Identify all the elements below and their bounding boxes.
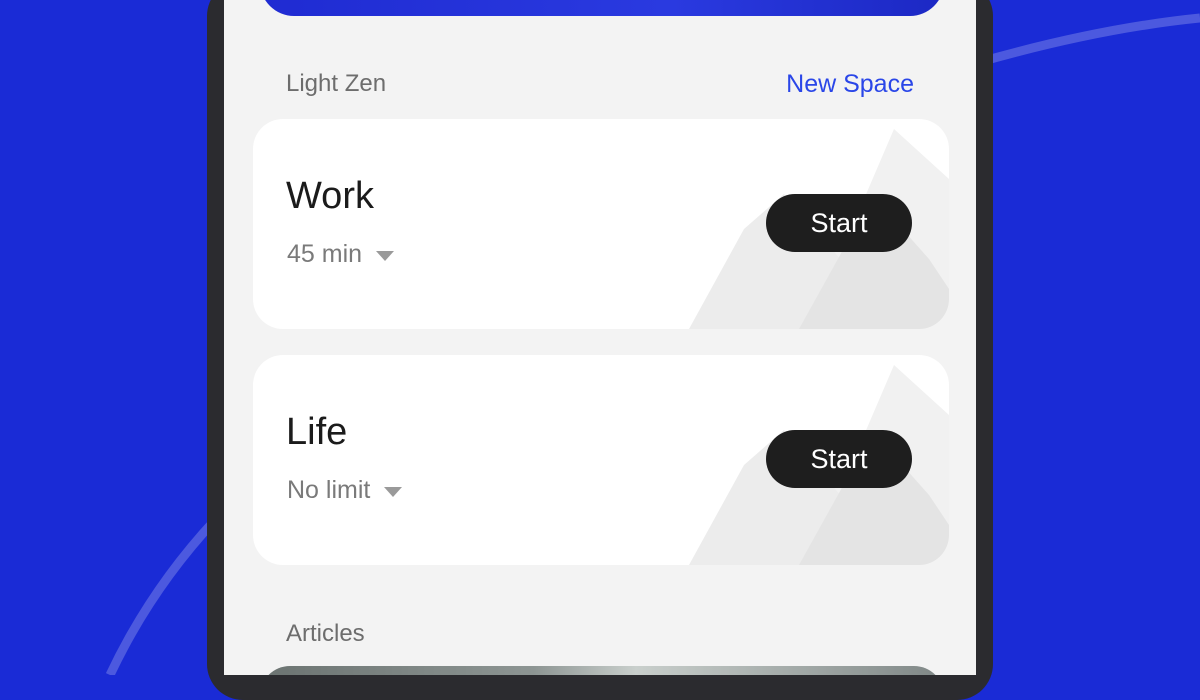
duration-dropdown[interactable]: 45 min (287, 240, 395, 269)
caret-down-icon (384, 486, 403, 497)
caret-down-icon (376, 250, 395, 261)
light-zen-title: Light Zen (286, 70, 387, 97)
app-screen: Light Zen New Space Work 45 min Start Li… (224, 0, 976, 675)
articles-header: Articles (286, 620, 914, 648)
space-card-life[interactable]: Life No limit Start (253, 355, 949, 565)
duration-value: 45 min (287, 240, 363, 268)
space-title: Life (286, 411, 348, 453)
article-thumbnail[interactable] (260, 666, 944, 675)
new-space-link[interactable]: New Space (786, 70, 914, 99)
start-button-work[interactable]: Start (766, 194, 912, 252)
duration-dropdown[interactable]: No limit (287, 476, 403, 505)
space-title: Work (286, 175, 374, 217)
light-zen-header: Light Zen New Space (286, 70, 914, 98)
start-button-life[interactable]: Start (766, 430, 912, 488)
space-card-work[interactable]: Work 45 min Start (253, 119, 949, 329)
articles-title: Articles (286, 620, 365, 647)
top-banner (260, 0, 944, 16)
duration-value: No limit (287, 476, 371, 504)
